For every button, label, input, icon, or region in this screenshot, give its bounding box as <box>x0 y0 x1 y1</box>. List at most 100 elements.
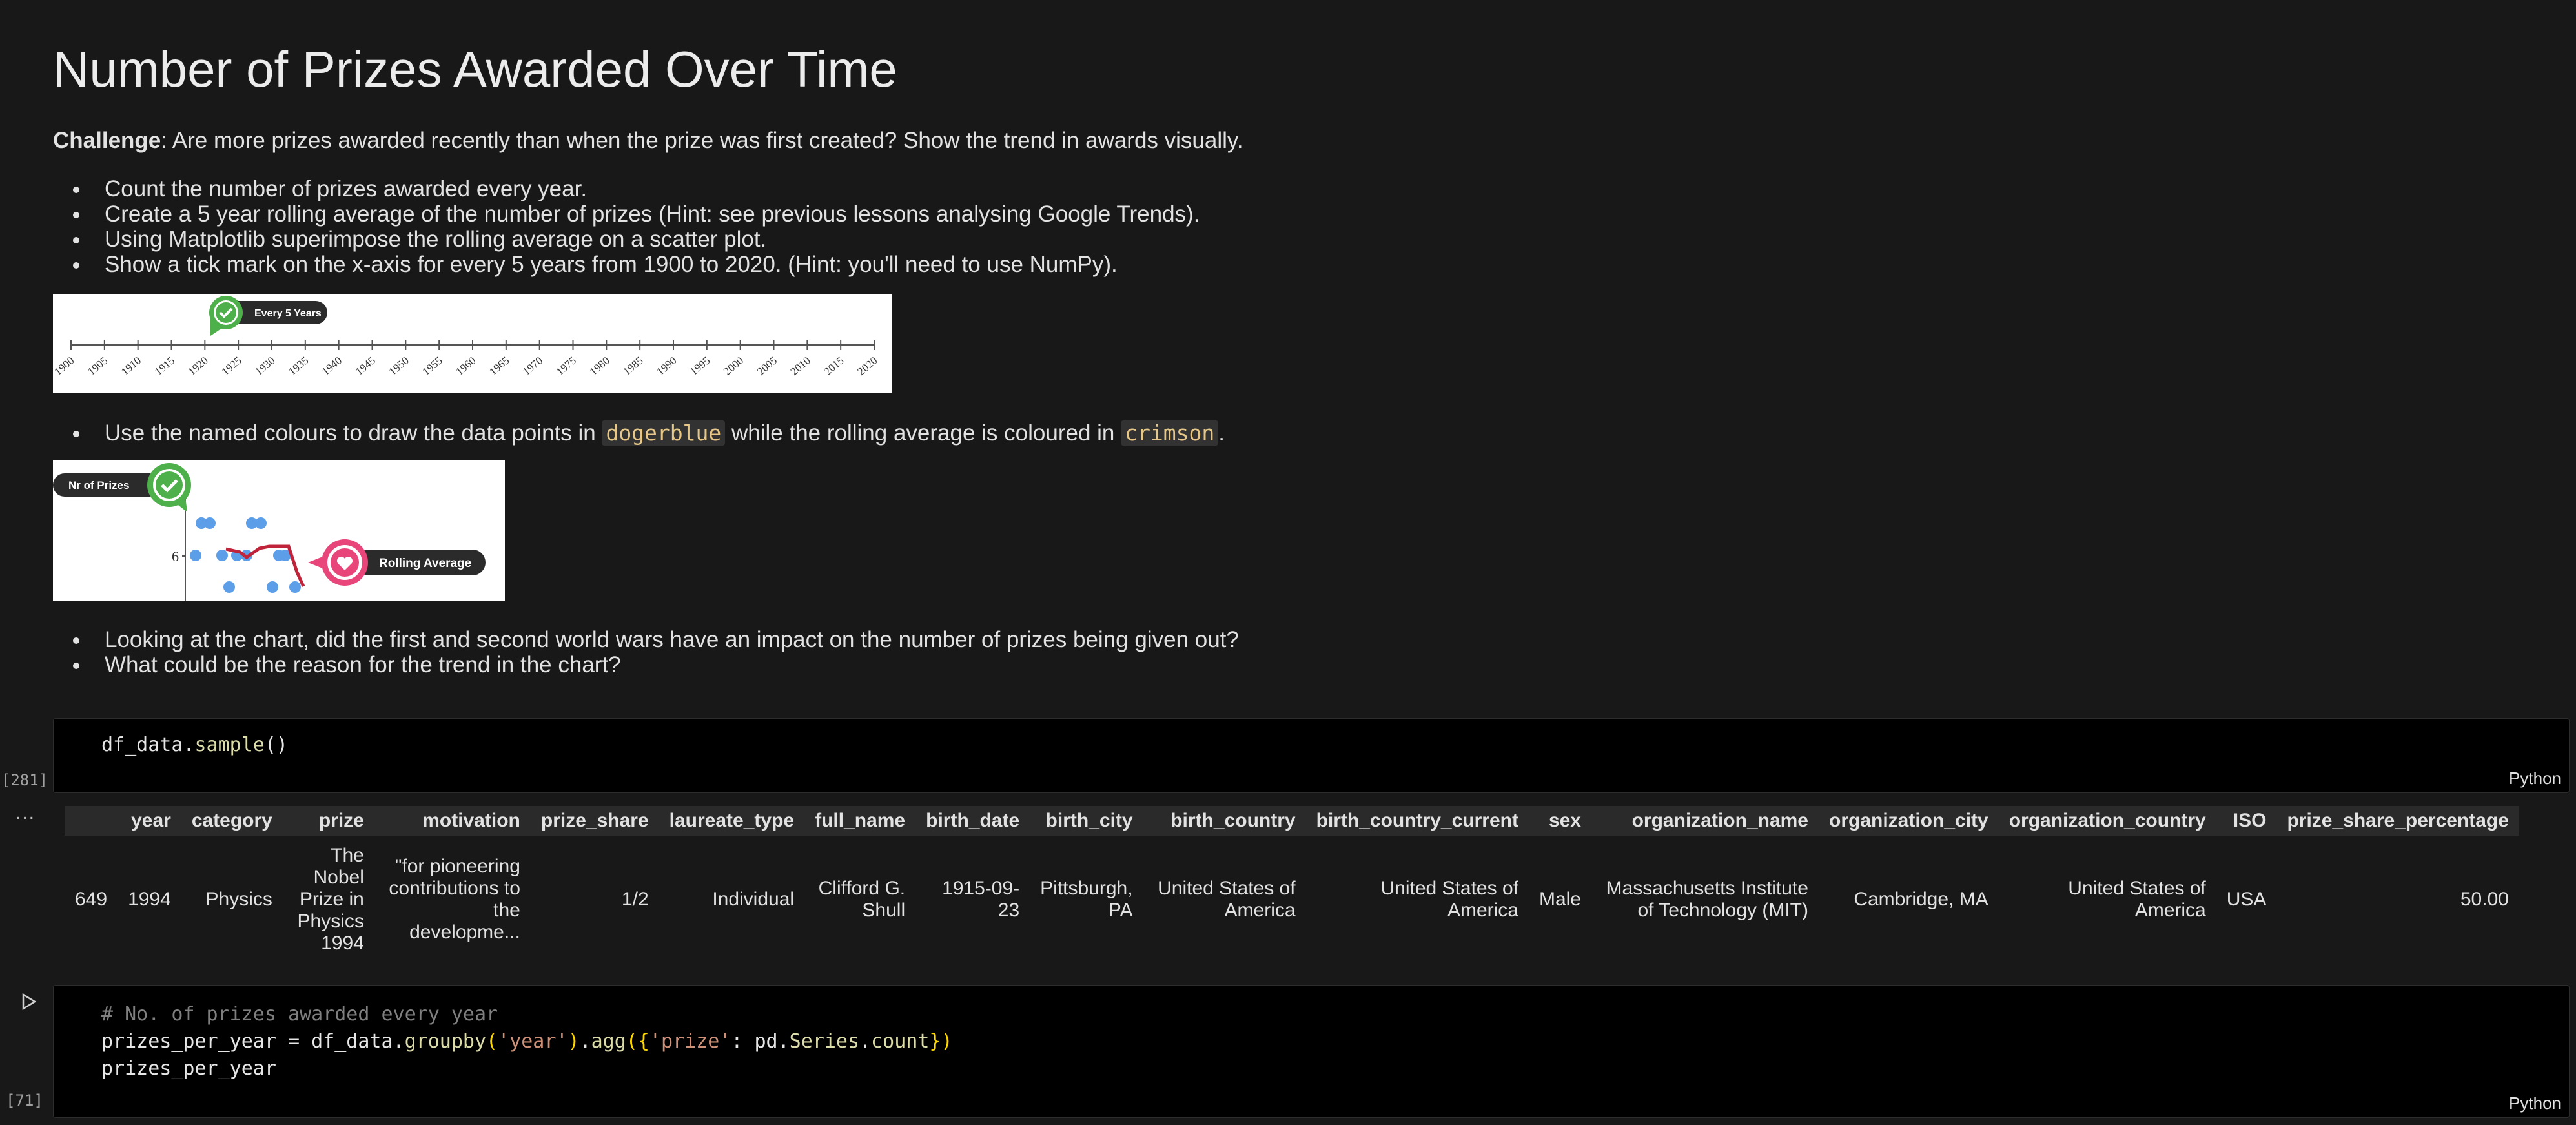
x-tick-label: 2005 <box>755 355 779 378</box>
column-header: birth_city <box>1030 806 1143 836</box>
code-cell-prizes-per-year[interactable]: # No. of prizes awarded every year prizes… <box>53 985 2570 1118</box>
table-cell: Pittsburgh, PA <box>1040 878 1133 921</box>
cell-language[interactable]: Python <box>2509 769 2561 789</box>
colour-list: Use the named colours to draw the data p… <box>53 420 1225 446</box>
rolling-average-badge: Rolling Average <box>308 539 486 586</box>
cell-language[interactable]: Python <box>2509 1093 2561 1113</box>
column-header: organization_name <box>1591 806 1819 836</box>
x-tick-label: 1945 <box>353 355 378 378</box>
table-cell: Physics <box>205 889 272 910</box>
challenge-text: : Are more prizes awarded recently than … <box>161 128 1243 153</box>
column-header: organization_city <box>1819 806 1999 836</box>
x-tick-label: 1960 <box>453 355 478 378</box>
rolling-average-image: 6 Nr of Prizes Rolling Average <box>53 460 505 601</box>
table-cell: Cambridge, MA <box>1854 889 1988 910</box>
x-tick-label: 1935 <box>286 355 311 378</box>
table-row: 649 1994 Physics The Nobel Prize in Phys… <box>65 836 2519 964</box>
column-header: year <box>118 806 181 836</box>
question-list: Looking at the chart, did the first and … <box>53 627 1239 677</box>
table-cell: USA <box>2226 889 2267 910</box>
column-header: prize_share <box>530 806 659 836</box>
badge-nr-of-prizes: Nr of Prizes <box>68 479 129 491</box>
code-comment: # No. of prizes awarded every year <box>101 1003 498 1026</box>
table-cell: United States of America <box>1158 878 1296 921</box>
table-cell: Massachusetts Institute of Technology (M… <box>1606 878 1808 921</box>
table-header-row: year category prize motivation prize_sha… <box>65 806 2519 836</box>
challenge-paragraph: Challenge: Are more prizes awarded recen… <box>53 128 1243 154</box>
column-header: sex <box>1528 806 1591 836</box>
code-editor[interactable]: # No. of prizes awarded every year prizes… <box>101 1001 953 1082</box>
task-list: Count the number of prizes awarded every… <box>53 176 1200 277</box>
inline-code-crimson: crimson <box>1121 420 1219 446</box>
badge-rolling-average: Rolling Average <box>379 557 471 570</box>
execution-count: [281] <box>1 771 48 789</box>
x-tick-label: 1955 <box>420 355 444 378</box>
x-tick-label: 1975 <box>554 355 578 378</box>
code-line: prizes_per_year = df_data.groupby('year'… <box>101 1030 953 1053</box>
code-cell-sample[interactable]: df_data.sample() Python <box>53 718 2570 793</box>
x-tick-label: 1900 <box>53 355 77 378</box>
inline-code-dogerblue: dogerblue <box>602 420 726 446</box>
list-item: Looking at the chart, did the first and … <box>73 627 1239 652</box>
x-tick-label: 1980 <box>588 355 612 378</box>
list-item: Using Matplotlib superimpose the rolling… <box>72 227 1200 252</box>
table-cell: Clifford G. Shull <box>818 878 906 921</box>
code-line: prizes_per_year <box>101 1057 276 1080</box>
list-item: Use the named colours to draw the data p… <box>73 420 1225 446</box>
x-tick-label: 1910 <box>119 355 143 378</box>
challenge-label: Challenge <box>53 128 161 153</box>
more-actions-icon[interactable]: ... <box>15 802 36 824</box>
run-cell-button[interactable] <box>19 992 39 1015</box>
dataframe-output: year category prize motivation prize_sha… <box>65 806 2519 964</box>
table-cell: United States of America <box>1380 878 1518 921</box>
x-tick-label: 1940 <box>320 355 344 378</box>
column-header: organization_country <box>1998 806 2216 836</box>
table-cell: Male <box>1538 889 1581 910</box>
x-tick-label: 1950 <box>387 355 411 378</box>
table-cell: 649 <box>75 889 108 910</box>
play-icon <box>22 993 37 1011</box>
table-cell: 1/2 <box>621 889 649 910</box>
table-cell: "for pioneering contributions to the dev… <box>389 856 520 943</box>
x-tick-label: 1965 <box>487 355 511 378</box>
column-header <box>65 806 118 836</box>
x-tick-label: 2015 <box>821 355 846 378</box>
code-editor[interactable]: df_data.sample() <box>101 732 288 759</box>
badge-label: Every 5 Years <box>254 308 322 319</box>
x-tick-label: 1915 <box>152 355 177 378</box>
table-cell: United States of America <box>2068 878 2206 921</box>
column-header: birth_country_current <box>1305 806 1529 836</box>
x-tick-label: 2000 <box>721 355 746 378</box>
x-tick-label: 2020 <box>855 355 879 378</box>
x-tick-label: 1905 <box>85 355 110 378</box>
list-item: What could be the reason for the trend i… <box>73 652 1239 677</box>
tick-axis-svg: 1900 1905 1910 1915 1920 1925 1930 1935 1940 1945… <box>52 296 880 378</box>
table-cell: Individual <box>712 889 795 910</box>
column-header: prize_share_percentage <box>2276 806 2519 836</box>
list-item: Show a tick mark on the x-axis for every… <box>72 252 1200 277</box>
page-title: Number of Prizes Awarded Over Time <box>53 41 897 98</box>
table-cell: 1994 <box>128 889 171 910</box>
column-header: birth_date <box>915 806 1030 836</box>
execution-count: [71] <box>6 1091 43 1110</box>
list-item: Create a 5 year rolling average of the n… <box>72 201 1200 227</box>
column-header: motivation <box>374 806 531 836</box>
x-tick-label: 1985 <box>620 355 645 378</box>
column-header: ISO <box>2216 806 2277 836</box>
column-header: category <box>181 806 283 836</box>
x-tick-label: 1920 <box>186 355 210 378</box>
tick-axis-image: 1900 1905 1910 1915 1920 1925 1930 1935 1940 1945… <box>52 294 892 393</box>
table-cell: 50.00 <box>2460 889 2509 910</box>
x-tick-label: 1995 <box>688 355 712 378</box>
check-badge-icon: Every 5 Years <box>209 296 327 336</box>
y-tick-label: 6 <box>172 548 179 564</box>
x-tick-label: 2010 <box>788 355 813 378</box>
column-header: laureate_type <box>659 806 805 836</box>
column-header: full_name <box>804 806 916 836</box>
x-tick-label: 1930 <box>252 355 277 378</box>
table-cell: The Nobel Prize in Physics 1994 <box>297 845 364 954</box>
x-tick-label: 1990 <box>654 355 679 378</box>
list-item: Count the number of prizes awarded every… <box>72 176 1200 201</box>
rolling-average-svg: 6 Nr of Prizes Rolling Average <box>53 463 486 601</box>
table-cell: 1915-09-23 <box>942 878 1020 921</box>
